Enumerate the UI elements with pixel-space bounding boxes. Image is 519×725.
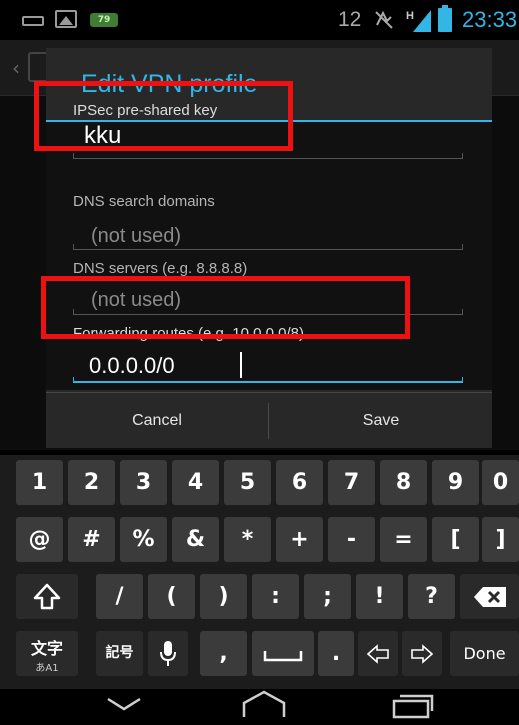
dialog-body xyxy=(46,122,492,390)
battery-icon xyxy=(438,5,452,32)
background-back-chevron-icon: ‹ xyxy=(12,56,20,80)
mic-key[interactable] xyxy=(148,631,188,676)
forwarding-routes-input[interactable]: 0.0.0.0/0 xyxy=(89,353,175,379)
key-close-paren[interactable]: ) xyxy=(200,574,247,619)
save-button[interactable]: Save xyxy=(270,393,492,449)
psk-highlight-box xyxy=(34,81,293,151)
signal-type-label: H xyxy=(406,10,414,22)
key-4[interactable]: 4 xyxy=(172,460,219,505)
key-9[interactable]: 9 xyxy=(432,460,479,505)
key-comma[interactable]: , xyxy=(200,631,247,676)
key-open-bracket[interactable]: [ xyxy=(432,517,479,562)
key-close-bracket[interactable]: ] xyxy=(482,517,519,562)
space-icon xyxy=(263,651,303,662)
shift-key[interactable] xyxy=(16,574,78,619)
signal-strength-icon: H xyxy=(405,8,433,32)
dns-search-underline xyxy=(73,244,463,250)
dns-search-input[interactable]: (not used) xyxy=(91,225,181,248)
key-colon[interactable]: : xyxy=(252,574,299,619)
done-key[interactable]: Done xyxy=(450,631,519,676)
shift-icon xyxy=(33,583,61,610)
button-divider xyxy=(268,403,269,439)
language-key-label: 文字 xyxy=(30,639,63,658)
key-3[interactable]: 3 xyxy=(120,460,167,505)
backspace-icon xyxy=(473,587,506,607)
forwarding-routes-underline xyxy=(73,377,463,383)
notification-count: 12 xyxy=(338,8,362,31)
language-key[interactable]: 文字 あA1 xyxy=(16,631,78,676)
key-6[interactable]: 6 xyxy=(276,460,323,505)
key-7[interactable]: 7 xyxy=(328,460,375,505)
backspace-key[interactable] xyxy=(460,574,519,619)
cursor-left-key[interactable] xyxy=(358,631,398,676)
status-bar: 79 12 H 23:33 xyxy=(0,0,519,40)
key-slash[interactable]: / xyxy=(96,574,143,619)
key-hash[interactable]: # xyxy=(68,517,115,562)
key-period[interactable]: . xyxy=(318,631,354,676)
symbols-key[interactable]: 記号 xyxy=(96,631,143,676)
key-asterisk[interactable]: * xyxy=(224,517,271,562)
key-equals[interactable]: = xyxy=(380,517,427,562)
key-semicolon[interactable]: ; xyxy=(304,574,351,619)
back-icon[interactable] xyxy=(104,693,144,719)
key-open-paren[interactable]: ( xyxy=(148,574,195,619)
key-minus[interactable]: - xyxy=(328,517,375,562)
clock: 23:33 xyxy=(462,7,518,32)
home-icon[interactable] xyxy=(240,689,288,719)
arrow-right-icon xyxy=(411,644,434,664)
keyboard-notification-icon xyxy=(22,16,44,26)
key-ampersand[interactable]: & xyxy=(172,517,219,562)
dns-servers-label: DNS servers (e.g. 8.8.8.8) xyxy=(73,260,248,277)
picture-notification-icon xyxy=(55,10,77,28)
space-key[interactable] xyxy=(252,631,314,676)
arrow-left-icon xyxy=(366,644,389,664)
navigation-bar xyxy=(0,689,519,725)
battery-level-badge: 79 xyxy=(90,13,118,27)
routes-highlight-box xyxy=(41,276,410,339)
language-key-sub: あA1 xyxy=(35,663,59,674)
key-exclamation[interactable]: ! xyxy=(356,574,403,619)
key-at[interactable]: @ xyxy=(16,517,63,562)
key-8[interactable]: 8 xyxy=(380,460,427,505)
soft-keyboard: 1 2 3 4 5 6 7 8 9 0 @ # % & * + - = [ ] … xyxy=(0,455,519,689)
dns-search-label: DNS search domains xyxy=(73,193,215,210)
cursor-right-key[interactable] xyxy=(402,631,442,676)
dialog-button-bar: Cancel Save xyxy=(46,392,492,448)
key-5[interactable]: 5 xyxy=(224,460,271,505)
vibrate-mute-icon xyxy=(373,9,395,31)
key-2[interactable]: 2 xyxy=(68,460,115,505)
key-question[interactable]: ? xyxy=(408,574,455,619)
key-1[interactable]: 1 xyxy=(16,460,63,505)
recent-apps-icon[interactable] xyxy=(388,689,436,719)
key-0[interactable]: 0 xyxy=(482,460,519,505)
text-cursor xyxy=(240,352,242,378)
microphone-icon xyxy=(160,641,176,666)
key-percent[interactable]: % xyxy=(120,517,167,562)
cancel-button[interactable]: Cancel xyxy=(46,393,268,449)
psk-underline xyxy=(73,153,463,159)
key-plus[interactable]: + xyxy=(276,517,323,562)
